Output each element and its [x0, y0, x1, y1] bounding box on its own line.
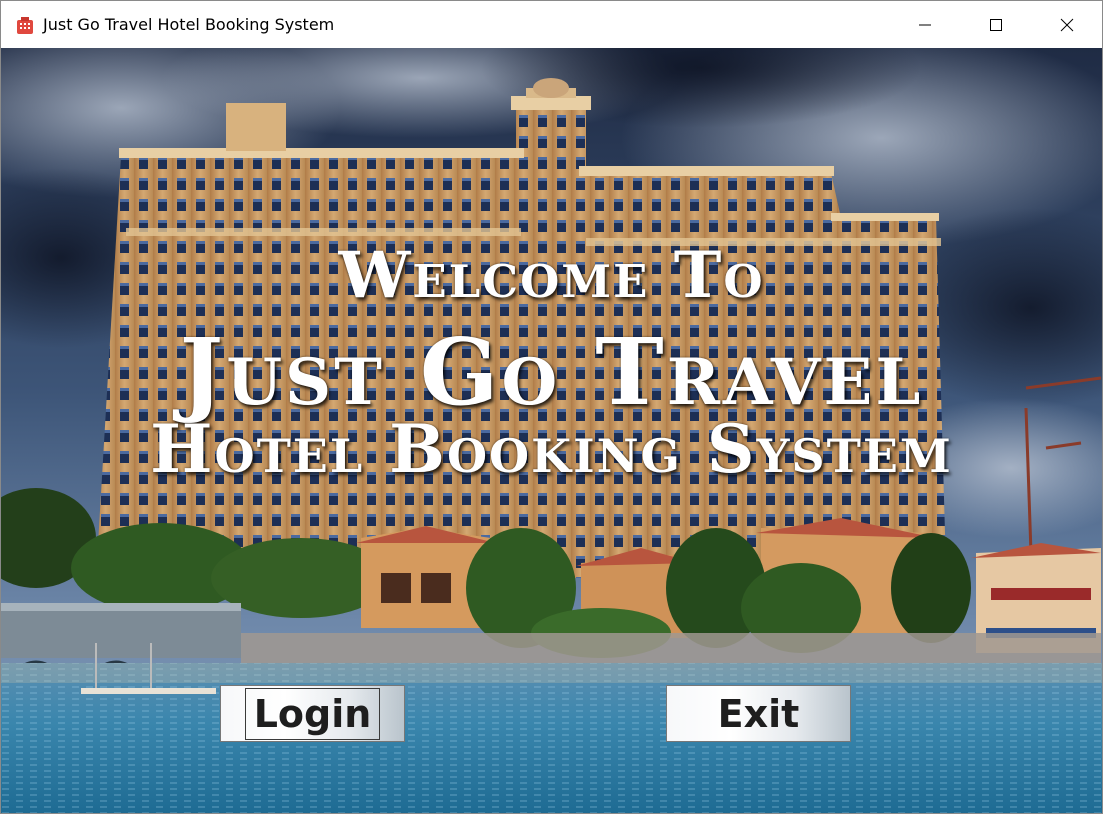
window-title: Just Go Travel Hotel Booking System [43, 15, 335, 34]
maximize-button[interactable] [960, 1, 1031, 48]
close-icon [1060, 18, 1073, 31]
caption-buttons [889, 1, 1102, 48]
title-bar[interactable]: Just Go Travel Hotel Booking System [1, 1, 1102, 48]
system-name-heading: Hotel Booking System [150, 410, 953, 488]
login-button[interactable]: Login [220, 685, 405, 742]
maximize-icon [989, 18, 1002, 31]
exit-button-label: Exit [717, 691, 800, 736]
hotel-building-icon [15, 15, 35, 35]
app-window: Just Go Travel Hotel Booking System Welc… [0, 0, 1103, 814]
minimize-icon [918, 24, 931, 25]
minimize-button[interactable] [889, 1, 960, 48]
welcome-panel: Welcome To Just Go Travel Hotel Booking … [1, 48, 1102, 813]
close-button[interactable] [1031, 1, 1102, 48]
welcome-heading: Welcome To [338, 238, 765, 313]
login-button-label: Login [244, 687, 381, 740]
exit-button[interactable]: Exit [666, 685, 851, 742]
